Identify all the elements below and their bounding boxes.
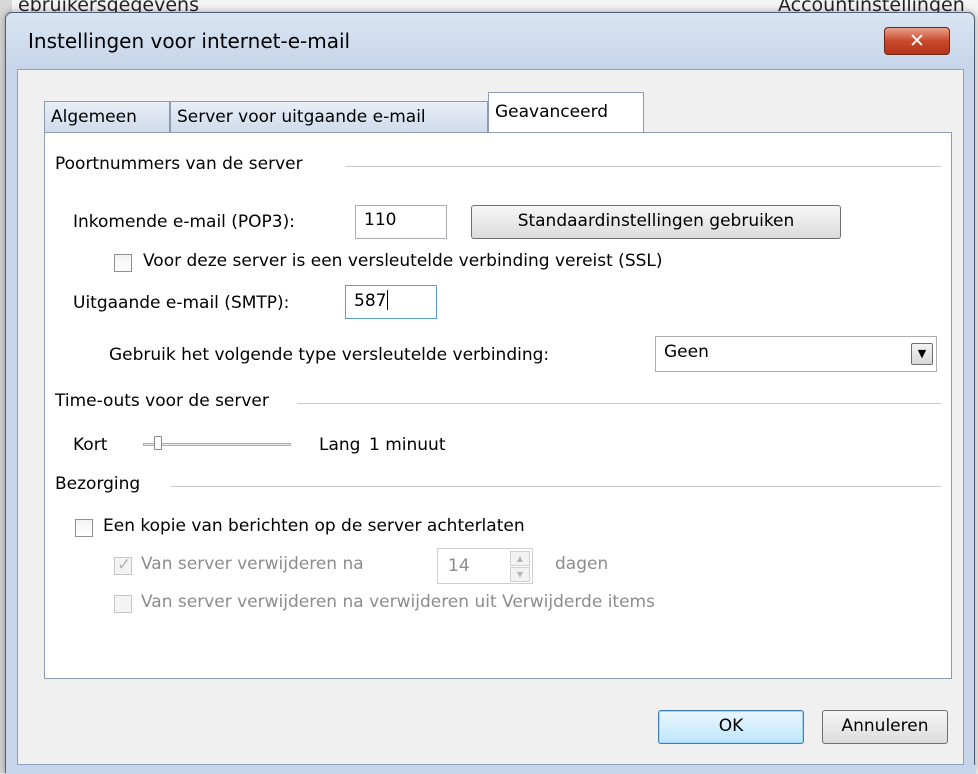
outgoing-port-value: 587: [354, 291, 387, 311]
timeout-long-label: Lang: [319, 435, 361, 455]
ssl-label: Voor deze server is een versleutelde ver…: [143, 251, 663, 271]
ssl-checkbox[interactable]: [114, 254, 132, 272]
close-button[interactable]: ✕: [884, 27, 950, 55]
tab-label: Server voor uitgaande e-mail: [177, 107, 426, 127]
days-unit-label: dagen: [555, 554, 609, 574]
encryption-type-label: Gebruik het volgende type versleutelde v…: [109, 345, 550, 365]
close-icon: ✕: [909, 30, 925, 52]
checkmark-icon: ✓: [117, 555, 132, 575]
remove-after-label: Van server verwijderen na: [141, 554, 364, 574]
group-title-delivery: Bezorging: [55, 474, 147, 494]
tab-geavanceerd[interactable]: Geavanceerd: [488, 92, 644, 132]
outgoing-port-field[interactable]: 587: [345, 285, 437, 319]
tab-algemeen[interactable]: Algemeen: [44, 101, 170, 132]
tab-label: Geavanceerd: [495, 102, 609, 122]
use-defaults-button[interactable]: Standaardinstellingen gebruiken: [471, 205, 841, 239]
dialog-title: Instellingen voor internet-e-mail: [28, 29, 351, 53]
leave-copy-checkbox[interactable]: [75, 519, 93, 537]
text-caret: [387, 290, 389, 310]
group-divider: [171, 486, 941, 487]
days-value: 14: [448, 556, 470, 576]
ok-button[interactable]: OK: [658, 710, 804, 744]
timeout-short-label: Kort: [73, 435, 108, 455]
tab-label: Algemeen: [51, 107, 137, 127]
tab-panel-geavanceerd: Poortnummers van de server Inkomende e-m…: [44, 132, 952, 679]
group-divider: [297, 403, 941, 404]
dialog-client-area: Algemeen Server voor uitgaande e-mail Ge…: [17, 69, 964, 765]
remove-deleted-checkbox[interactable]: [114, 595, 132, 613]
encryption-type-value: Geen: [664, 342, 709, 362]
spin-up-icon[interactable]: ▲: [510, 551, 530, 566]
timeout-slider-thumb[interactable]: [153, 436, 162, 450]
chevron-down-icon[interactable]: ▼: [911, 343, 933, 365]
internet-email-settings-dialog: Instellingen voor internet-e-mail ✕ Alge…: [5, 12, 976, 774]
timeout-slider-track[interactable]: [143, 443, 291, 446]
incoming-port-label: Inkomende e-mail (POP3):: [73, 212, 295, 232]
outgoing-port-label: Uitgaande e-mail (SMTP):: [73, 293, 290, 313]
group-title-timeouts: Time-outs voor de server: [55, 391, 275, 411]
tab-server-uitgaande-email[interactable]: Server voor uitgaande e-mail: [170, 101, 488, 132]
remove-deleted-label: Van server verwijderen na verwijderen ui…: [141, 592, 655, 612]
incoming-port-value: 110: [364, 210, 397, 230]
incoming-port-field[interactable]: 110: [355, 205, 447, 239]
encryption-type-select[interactable]: Geen ▼: [655, 336, 937, 372]
timeout-value-text: 1 minuut: [369, 435, 446, 455]
group-divider: [345, 166, 941, 167]
cancel-button[interactable]: Annuleren: [822, 710, 948, 744]
days-spinner[interactable]: 14 ▲ ▼: [437, 548, 533, 584]
title-bar[interactable]: Instellingen voor internet-e-mail ✕: [6, 13, 974, 69]
remove-after-checkbox[interactable]: ✓: [114, 555, 132, 575]
spin-down-icon[interactable]: ▼: [510, 567, 530, 582]
leave-copy-label: Een kopie van berichten op de server ach…: [103, 516, 525, 536]
group-title-ports: Poortnummers van de server: [55, 154, 309, 174]
